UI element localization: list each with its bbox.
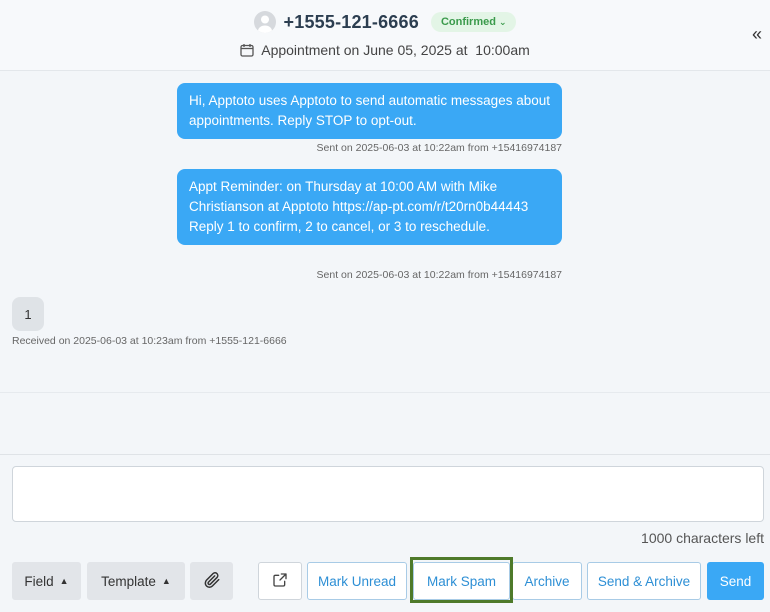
send-archive-button[interactable]: Send & Archive [587, 562, 701, 600]
status-badge[interactable]: Confirmed ⌄ [430, 12, 517, 32]
external-link-icon [272, 572, 288, 591]
contact-row: +1555-121-6666 Confirmed ⌄ [0, 8, 770, 36]
archive-button[interactable]: Archive [512, 562, 582, 600]
open-external-button[interactable] [258, 562, 302, 600]
message-bubble-incoming: 1 [12, 297, 44, 331]
status-badge-label: Confirmed [440, 16, 496, 28]
calendar-icon [240, 43, 254, 57]
message-bubble-outgoing: Hi, Apptoto uses Apptoto to send automat… [177, 83, 562, 139]
mark-spam-button[interactable]: Mark Spam [413, 562, 510, 600]
template-button-label: Template [101, 573, 156, 589]
characters-left: 1000 characters left [641, 530, 764, 546]
field-button[interactable]: Field ▲ [12, 562, 81, 600]
message-meta: Sent on 2025-06-03 at 10:22am from +1541… [316, 269, 562, 281]
contact-phone: +1555-121-6666 [283, 11, 419, 32]
chevron-up-icon: ▲ [59, 576, 69, 586]
message-meta: Received on 2025-06-03 at 10:23am from +… [12, 335, 287, 347]
conversation-header: +1555-121-6666 Confirmed ⌄ Appointment o… [0, 0, 770, 71]
message-input[interactable] [12, 466, 764, 522]
user-avatar-icon [253, 11, 276, 33]
message-bubble-outgoing: Appt Reminder: on Thursday at 10:00 AM w… [177, 169, 562, 245]
chevron-up-icon: ▲ [161, 576, 171, 586]
message-meta: Sent on 2025-06-03 at 10:22am from +1541… [316, 142, 562, 154]
divider [0, 392, 770, 393]
field-button-label: Field [24, 573, 54, 589]
send-button[interactable]: Send [707, 562, 764, 600]
divider [0, 454, 770, 455]
double-chevron-left-icon[interactable]: « [752, 24, 762, 44]
attach-button[interactable] [190, 562, 233, 600]
template-button[interactable]: Template ▲ [87, 562, 185, 600]
appointment-text: Appointment on June 05, 2025 at 10:00am [261, 42, 530, 58]
mark-unread-button[interactable]: Mark Unread [307, 562, 407, 600]
paperclip-icon [203, 571, 221, 592]
chevron-down-icon: ⌄ [498, 16, 507, 27]
appointment-row: Appointment on June 05, 2025 at 10:00am [0, 39, 770, 61]
